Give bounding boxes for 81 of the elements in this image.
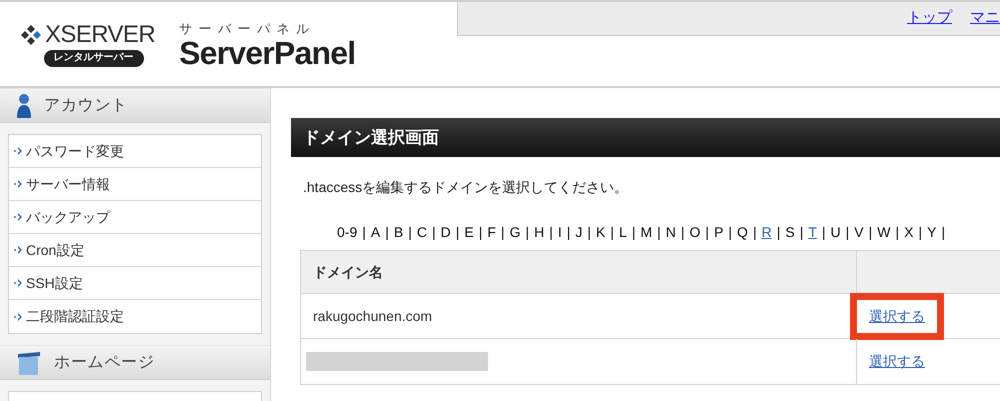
letter-text: J	[575, 223, 582, 242]
letter-text: U	[830, 223, 841, 242]
separator-text: |	[478, 223, 482, 242]
separator-text: |	[587, 223, 592, 242]
separator-text: |	[896, 223, 900, 242]
domain-cell-text: rakugochunen.com	[312, 306, 432, 326]
letter-link[interactable]: T	[808, 222, 817, 243]
nav-link[interactable]: マニ	[970, 7, 1000, 30]
separator-text: |	[752, 223, 757, 242]
arrow-bullet-icon	[14, 212, 24, 222]
product-subtitle: サーバーパネル	[179, 20, 317, 38]
separator-text: |	[500, 223, 505, 242]
separator-text: |	[705, 223, 710, 242]
page-title: ドメイン選択画面	[291, 118, 1000, 157]
separator-text: |	[566, 223, 570, 242]
sidebar-section-title: ホームページ	[54, 352, 155, 372]
letter-text: C	[416, 223, 427, 242]
letter-text: D	[440, 223, 451, 242]
separator-text: |	[800, 223, 804, 242]
letter-text: K	[596, 223, 606, 242]
letter-link[interactable]: R	[762, 222, 772, 243]
separator-text: |	[776, 223, 780, 242]
separator-text: |	[680, 223, 685, 242]
letter-text: N	[666, 223, 676, 242]
select-link[interactable]: 選択する	[857, 351, 925, 372]
arrow-bullet-icon	[14, 312, 24, 322]
separator-text: |	[918, 223, 922, 242]
instruction-text: .htaccessを編集するドメインを選択してください。	[302, 178, 630, 197]
letter-text: Q	[737, 223, 748, 242]
letter-text: O	[690, 223, 700, 242]
product-name: ServerPanel	[179, 37, 356, 70]
letter-text: X	[904, 223, 914, 242]
letter-text: 0-9	[337, 223, 358, 242]
letter-text: P	[714, 223, 724, 242]
letter-text: M	[640, 223, 652, 242]
arrow-bullet-icon	[14, 146, 24, 156]
sidebar-item[interactable]: バックアップ	[9, 201, 261, 234]
letter-text: I	[558, 223, 562, 242]
sidebar-item[interactable]: パスワード変更	[9, 135, 261, 168]
separator-text: |	[822, 223, 826, 242]
diamond-logo-icon	[20, 24, 42, 46]
letter-text: S	[785, 223, 795, 242]
letter-text: F	[487, 223, 496, 242]
sidebar-item[interactable]: Cron設定	[9, 234, 261, 267]
separator-text: |	[432, 223, 436, 242]
separator-text: |	[456, 223, 460, 242]
separator-text: |	[385, 223, 389, 242]
letter-text: L	[619, 223, 627, 242]
brand-badge: レンタルサーバー	[44, 50, 144, 67]
letter-text: Y	[927, 223, 936, 242]
letter-text: B	[394, 223, 404, 242]
brand-name: XSERVER	[45, 23, 156, 48]
letter-text: E	[464, 223, 474, 242]
letter-text: A	[370, 223, 380, 242]
separator-text: |	[868, 223, 872, 242]
arrow-bullet-icon	[14, 245, 24, 255]
letter-text: H	[534, 223, 544, 242]
separator-text: |	[610, 223, 614, 242]
sidebar-item[interactable]: SSH設定	[9, 267, 261, 300]
column-header: ドメイン名	[301, 251, 857, 293]
separator-text: |	[549, 223, 553, 242]
separator-text: |	[657, 223, 661, 242]
person-icon	[16, 92, 32, 118]
letter-text: V	[854, 223, 864, 242]
letter-text: W	[877, 223, 890, 242]
separator-text: |	[362, 223, 366, 242]
separator-text: |	[408, 223, 412, 242]
sidebar-item[interactable]: サーバー情報	[9, 168, 261, 201]
separator-text: |	[728, 223, 732, 242]
separator-text: |	[846, 223, 850, 242]
window-icon	[16, 350, 42, 376]
arrow-bullet-icon	[14, 179, 24, 189]
sidebar-item[interactable]: 二段階認証設定	[9, 300, 261, 333]
arrow-bullet-icon	[14, 278, 24, 288]
letter-text: G	[510, 223, 520, 242]
separator-text: |	[941, 223, 946, 242]
separator-text: |	[632, 223, 636, 242]
select-link[interactable]: 選択する	[850, 292, 944, 340]
nav-link[interactable]: トップ	[907, 7, 952, 30]
separator-text: |	[525, 223, 530, 242]
sidebar-section-title: アカウント	[44, 96, 128, 116]
